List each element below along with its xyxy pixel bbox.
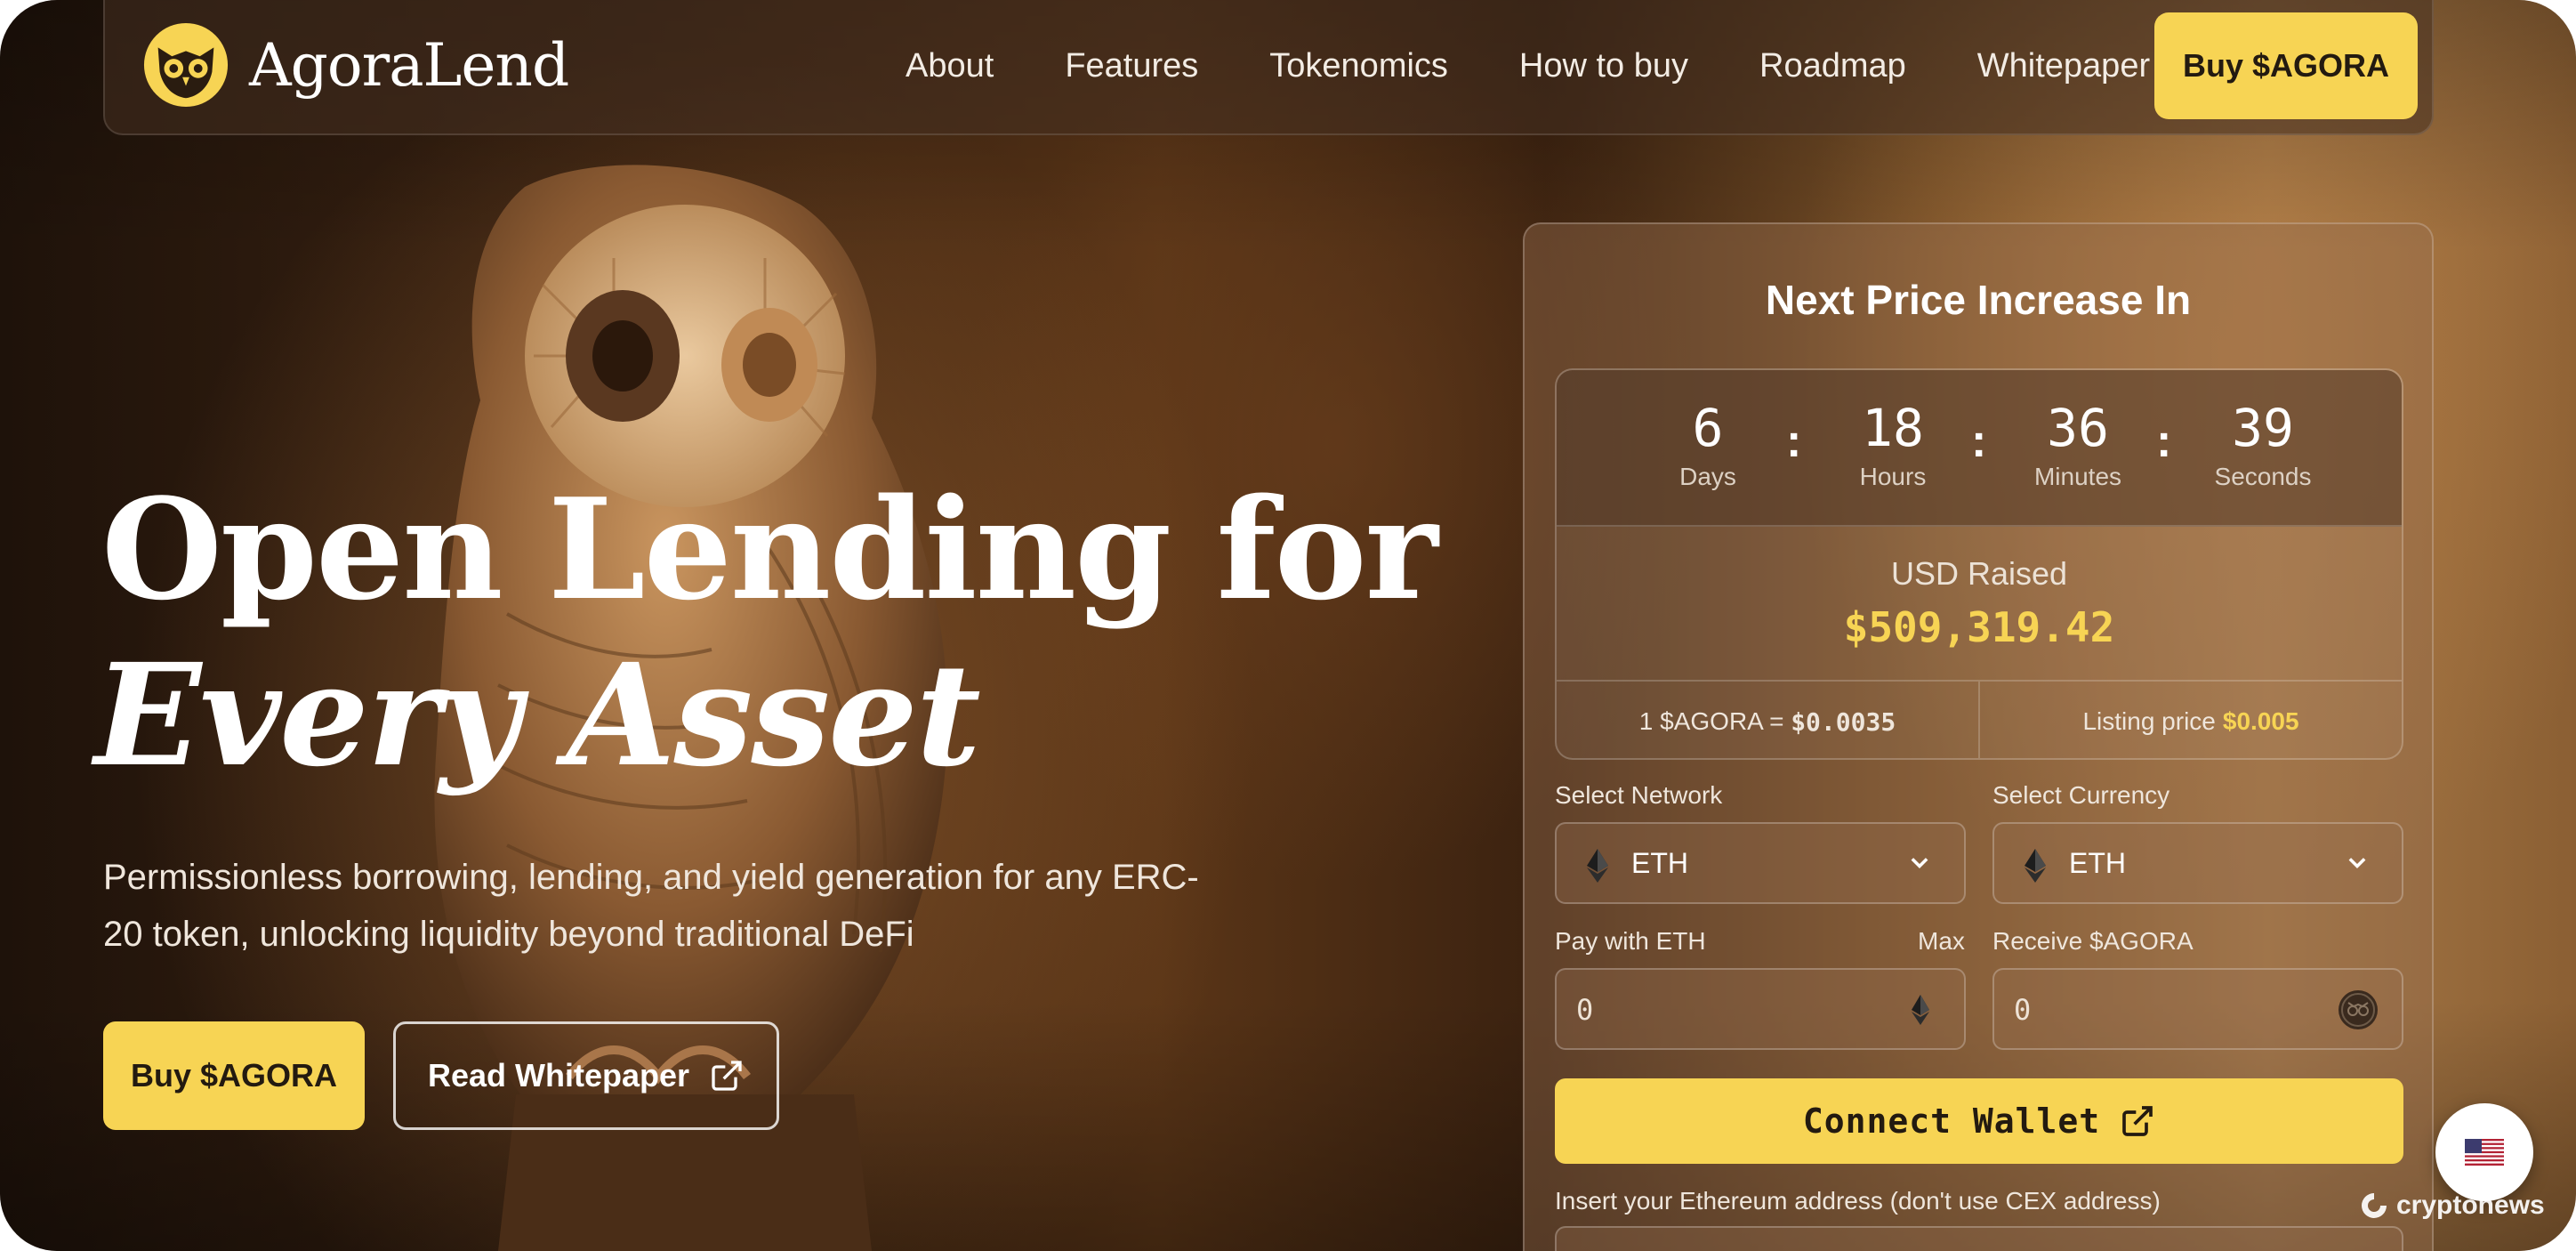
price-info-row: 1 $AGORA = $0.0035 Listing price $0.005 bbox=[1557, 680, 2402, 758]
pay-amount-value: 0 bbox=[1576, 993, 1594, 1027]
nav-link-roadmap[interactable]: Roadmap bbox=[1759, 47, 1906, 85]
brand-name: AgoraLend bbox=[249, 30, 569, 100]
listing-price: Listing price $0.005 bbox=[1978, 682, 2402, 758]
max-button[interactable]: Max bbox=[1918, 927, 1965, 956]
receive-amount-input[interactable]: 0 bbox=[1992, 968, 2403, 1050]
select-network-label: Select Network bbox=[1555, 781, 1723, 809]
countdown-seconds-label: Seconds bbox=[2214, 463, 2312, 490]
countdown-minutes: 36 Minutes bbox=[2007, 397, 2149, 491]
receive-amount-value: 0 bbox=[2014, 993, 2032, 1027]
nav-link-tokenomics[interactable]: Tokenomics bbox=[1269, 47, 1448, 85]
hero-title-line-1: Open Lending for bbox=[101, 468, 1438, 631]
nav-links: About Features Tokenomics How to buy Roa… bbox=[906, 0, 2221, 132]
cryptonews-watermark: cryptonews bbox=[2359, 1190, 2545, 1221]
token-rate-value: $0.0035 bbox=[1791, 706, 1896, 737]
countdown-minutes-value: 36 bbox=[2047, 398, 2109, 458]
watermark-text: cryptonews bbox=[2396, 1190, 2545, 1220]
countdown-separator: : bbox=[1786, 416, 1802, 467]
usd-raised-label: USD Raised bbox=[1890, 555, 2068, 592]
chevron-down-icon bbox=[1911, 858, 1928, 868]
countdown-timer: 6 Days : 18 Hours : 36 Minutes : 39 Seco… bbox=[1557, 370, 2402, 527]
chevron-down-icon bbox=[2348, 858, 2366, 868]
presale-widget: Next Price Increase In 6 Days : 18 Hours… bbox=[1523, 222, 2434, 1251]
countdown-seconds-value: 39 bbox=[2232, 398, 2294, 458]
top-navigation: AgoraLend About Features Tokenomics How … bbox=[103, 0, 2434, 135]
countdown-seconds: 39 Seconds bbox=[2192, 397, 2334, 491]
ethereum-icon bbox=[2025, 849, 2046, 883]
hero-title-line-2: Every Asset bbox=[94, 634, 981, 798]
ethereum-icon bbox=[1587, 849, 1608, 883]
ethereum-icon bbox=[1912, 995, 1929, 1025]
external-link-icon bbox=[2122, 1106, 2153, 1136]
currency-select-value: ETH bbox=[2069, 847, 2126, 879]
countdown-hours-label: Hours bbox=[1859, 463, 1927, 490]
countdown-minutes-label: Minutes bbox=[2033, 463, 2122, 490]
listing-price-value: $0.005 bbox=[2222, 707, 2299, 735]
nav-buy-button[interactable]: Buy $AGORA bbox=[2154, 12, 2418, 119]
hero-buy-button[interactable]: Buy $AGORA bbox=[103, 1021, 365, 1130]
read-whitepaper-label: Read Whitepaper bbox=[427, 1057, 690, 1094]
nav-link-whitepaper[interactable]: Whitepaper bbox=[1977, 47, 2150, 85]
brand-logo[interactable]: AgoraLend bbox=[142, 21, 569, 109]
read-whitepaper-button[interactable]: Read Whitepaper bbox=[393, 1021, 779, 1130]
countdown-hours: 18 Hours bbox=[1822, 397, 1964, 491]
page-frame: AgoraLend About Features Tokenomics How … bbox=[0, 0, 2576, 1251]
nav-link-how-to-buy[interactable]: How to buy bbox=[1519, 47, 1688, 85]
connect-wallet-button[interactable]: Connect Wallet bbox=[1555, 1078, 2403, 1164]
address-field-label: Insert your Ethereum address (don't use … bbox=[1555, 1187, 2161, 1215]
currency-select[interactable]: ETH bbox=[1992, 822, 2403, 904]
ethereum-address-input[interactable] bbox=[1555, 1226, 2403, 1251]
nav-link-about[interactable]: About bbox=[906, 47, 994, 85]
external-link-icon bbox=[712, 1061, 742, 1091]
pay-amount-input[interactable]: 0 bbox=[1555, 968, 1966, 1050]
network-select[interactable]: ETH bbox=[1555, 822, 1966, 904]
pay-with-label: Pay with ETH bbox=[1555, 927, 1706, 955]
select-currency-label: Select Currency bbox=[1992, 781, 2170, 809]
connect-wallet-label: Connect Wallet bbox=[1802, 1102, 2101, 1141]
owl-icon bbox=[143, 22, 229, 108]
token-rate-label: 1 $AGORA = bbox=[1638, 707, 1791, 735]
token-rate: 1 $AGORA = $0.0035 bbox=[1557, 682, 1978, 758]
presale-title: Next Price Increase In bbox=[1765, 277, 2192, 323]
usd-raised-value: $509,319.42 bbox=[1843, 603, 2115, 651]
presale-stats-box: 6 Days : 18 Hours : 36 Minutes : 39 Seco… bbox=[1555, 368, 2403, 760]
countdown-days-value: 6 bbox=[1692, 398, 1724, 458]
network-select-value: ETH bbox=[1631, 847, 1688, 879]
countdown-days: 6 Days bbox=[1637, 397, 1779, 491]
us-flag-icon bbox=[2465, 1139, 2504, 1166]
countdown-days-label: Days bbox=[1679, 463, 1736, 490]
countdown-separator: : bbox=[2156, 416, 2172, 467]
countdown-hours-value: 18 bbox=[1862, 398, 1924, 458]
listing-price-label: Listing price bbox=[2082, 707, 2216, 735]
cryptonews-logo-icon bbox=[2362, 1193, 2387, 1218]
nav-link-features[interactable]: Features bbox=[1065, 47, 1198, 85]
receive-label: Receive $AGORA bbox=[1992, 927, 2194, 955]
language-selector-button[interactable] bbox=[2435, 1103, 2533, 1201]
countdown-separator: : bbox=[1971, 416, 1987, 467]
hero-subtitle: Permissionless borrowing, lending, and y… bbox=[103, 858, 1199, 954]
agora-token-icon bbox=[2339, 990, 2378, 1029]
